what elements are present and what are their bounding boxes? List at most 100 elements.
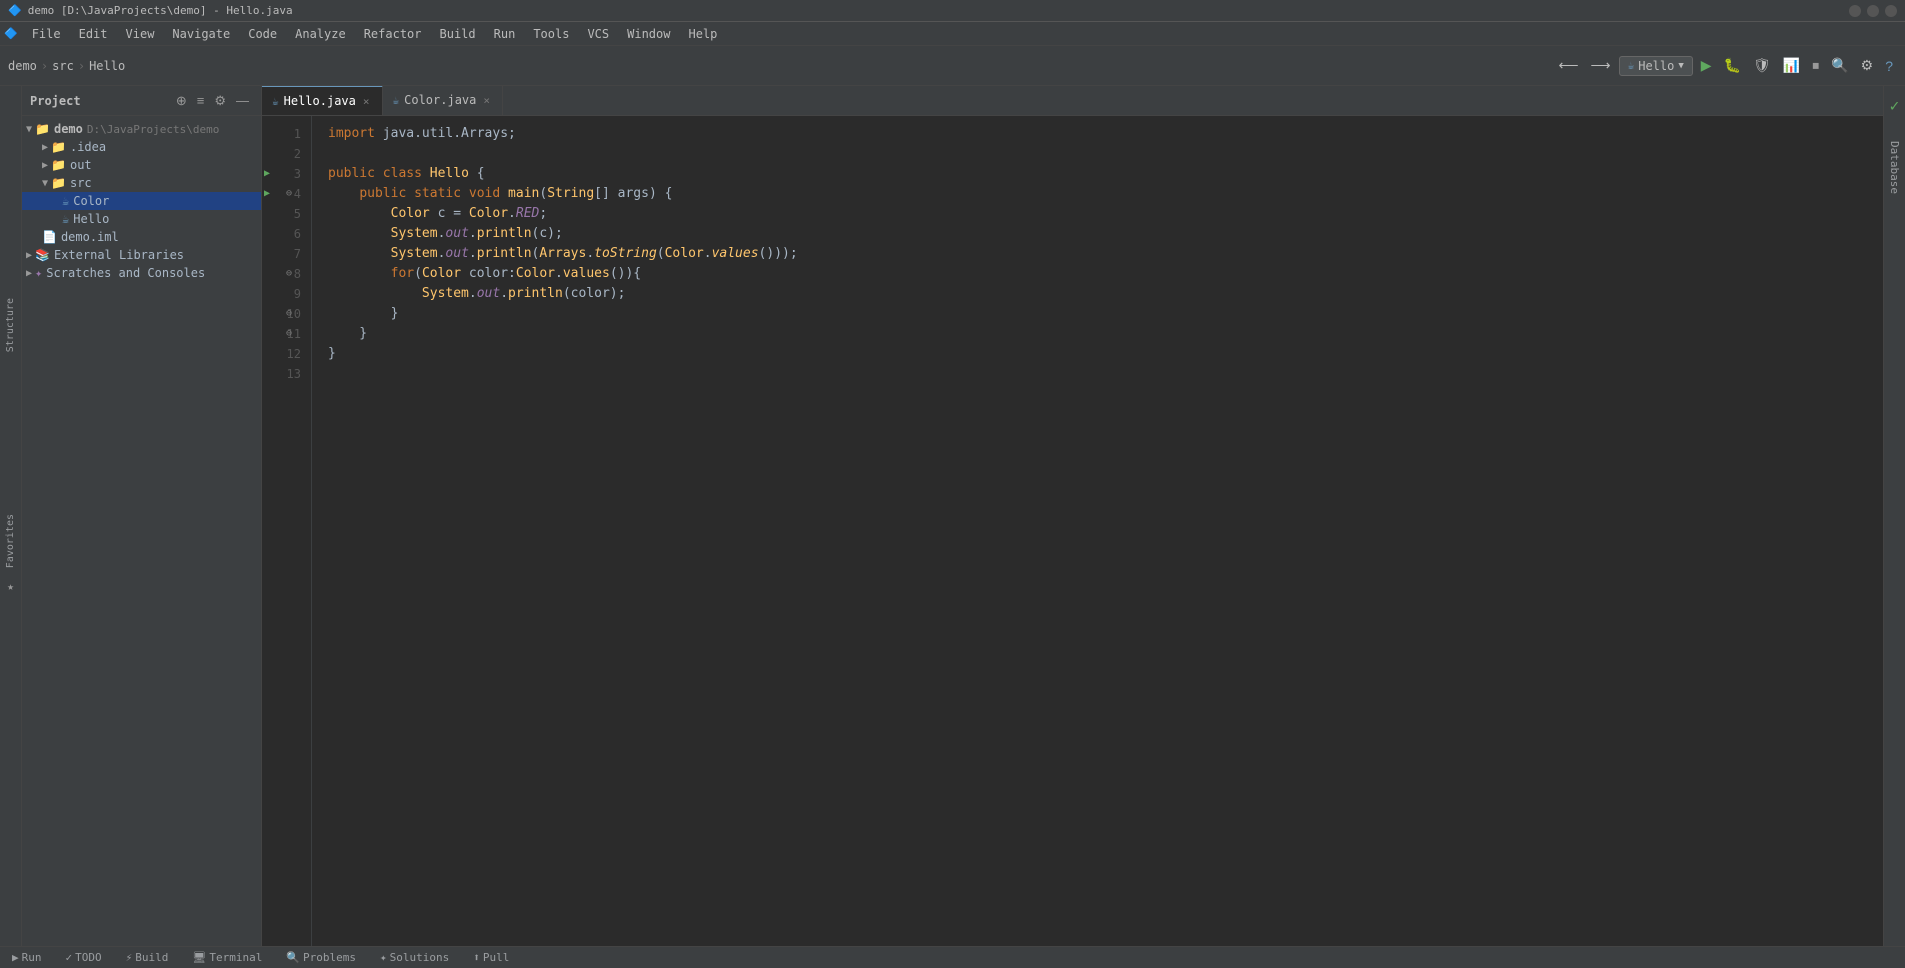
run-arrow-3: ▶ bbox=[264, 164, 270, 184]
todo-icon: ✓ bbox=[66, 951, 73, 964]
problems-icon: 🔍 bbox=[286, 951, 300, 964]
project-panel: Project ⊕ ≡ ⚙ — ▼ 📁 demo D:\JavaProjects… bbox=[22, 86, 262, 946]
structure-tab[interactable]: Structure bbox=[3, 294, 18, 356]
menu-item-build[interactable]: Build bbox=[432, 25, 484, 43]
line-num-8: ⊖ 8 bbox=[262, 264, 311, 284]
run-button[interactable]: ▶ bbox=[1697, 53, 1716, 78]
scratches-icon: ✦ bbox=[35, 266, 42, 280]
color-tab-label: Color.java bbox=[404, 93, 476, 107]
menu-item-edit[interactable]: Edit bbox=[71, 25, 116, 43]
tree-item-ext-libs[interactable]: ▶ 📚 External Libraries bbox=[22, 246, 261, 264]
back-button[interactable]: ⟵ bbox=[1554, 53, 1582, 78]
project-collapse-button[interactable]: ≡ bbox=[193, 91, 209, 111]
hello-tab-label: Hello.java bbox=[284, 94, 356, 108]
out-folder-icon: 📁 bbox=[51, 158, 66, 172]
close-button[interactable] bbox=[1885, 5, 1897, 17]
bottom-bar: ▶ Run ✓ TODO ⚡ Build 🖥 Terminal 🔍 Proble… bbox=[0, 946, 1905, 968]
color-tab-close[interactable]: × bbox=[481, 93, 492, 108]
code-line-9: System.out.println(color); bbox=[328, 284, 1867, 304]
code-editor[interactable]: 1 2 ▶ 3 ▶ ⊖ 4 5 6 7 ⊖ bbox=[262, 116, 1883, 946]
left-strip: Structure Favorites ★ bbox=[0, 86, 22, 946]
project-close-button[interactable]: — bbox=[232, 91, 253, 111]
tree-item-scratches[interactable]: ▶ ✦ Scratches and Consoles bbox=[22, 264, 261, 282]
code-line-4: public static void main(String[] args) { bbox=[328, 184, 1867, 204]
menu-item-run[interactable]: Run bbox=[486, 25, 524, 43]
maximize-button[interactable] bbox=[1867, 5, 1879, 17]
idea-folder-icon: 📁 bbox=[51, 140, 66, 154]
tree-item-iml[interactable]: 📄 demo.iml bbox=[22, 228, 261, 246]
tab-color-java[interactable]: ☕ Color.java × bbox=[383, 86, 504, 115]
run-config-label: Hello bbox=[1638, 59, 1674, 73]
src-folder-icon: 📁 bbox=[51, 176, 66, 190]
menu-item-file[interactable]: File bbox=[24, 25, 69, 43]
menu-item-analyze[interactable]: Analyze bbox=[287, 25, 354, 43]
hello-tab-close[interactable]: × bbox=[361, 94, 372, 109]
menu-item-tools[interactable]: Tools bbox=[525, 25, 577, 43]
coverage-button[interactable]: 🛡 bbox=[1749, 53, 1775, 78]
breadcrumb-src[interactable]: src bbox=[52, 59, 74, 73]
favorites-tab[interactable]: Favorites bbox=[3, 510, 18, 572]
hello-java-icon: ☕ bbox=[62, 212, 69, 226]
menu-item-view[interactable]: View bbox=[118, 25, 163, 43]
fold-dot-10: ⊖ bbox=[286, 304, 292, 324]
code-content[interactable]: import java.util.Arrays; public class He… bbox=[312, 116, 1883, 946]
line-num-2: 2 bbox=[262, 144, 311, 164]
iml-icon: 📄 bbox=[42, 230, 57, 244]
menu-item-refactor[interactable]: Refactor bbox=[356, 25, 430, 43]
line-num-4: ▶ ⊖ 4 bbox=[262, 184, 311, 204]
menu-item-navigate[interactable]: Navigate bbox=[164, 25, 238, 43]
tree-item-src[interactable]: ▼ 📁 src bbox=[22, 174, 261, 192]
build-icon: ⚡ bbox=[126, 951, 133, 964]
menu-item-code[interactable]: Code bbox=[240, 25, 285, 43]
menu-item-window[interactable]: Window bbox=[619, 25, 678, 43]
fold-dot-11: ⊖ bbox=[286, 324, 292, 344]
app-menu-icon: 🔷 bbox=[4, 27, 18, 40]
hello-tab-icon: ☕ bbox=[272, 95, 279, 108]
favorites-star-icon[interactable]: ★ bbox=[7, 580, 14, 593]
todo-button[interactable]: ✓ TODO bbox=[62, 949, 106, 966]
line-num-13: 13 bbox=[262, 364, 311, 384]
tree-item-demo[interactable]: ▼ 📁 demo D:\JavaProjects\demo bbox=[22, 120, 261, 138]
breadcrumb-demo[interactable]: demo bbox=[8, 59, 37, 73]
tree-item-color[interactable]: ☕ Color bbox=[22, 192, 261, 210]
help-button[interactable]: ? bbox=[1881, 54, 1897, 78]
run-config-selector[interactable]: ☕ Hello ▼ bbox=[1619, 56, 1693, 76]
app-icon: 🔷 bbox=[8, 4, 22, 17]
tab-hello-java[interactable]: ☕ Hello.java × bbox=[262, 86, 383, 115]
breadcrumb-hello[interactable]: Hello bbox=[89, 59, 125, 73]
code-line-3: public class Hello { bbox=[328, 164, 1867, 184]
profile-button[interactable]: 📊 bbox=[1779, 53, 1804, 78]
line-num-12: 12 bbox=[262, 344, 311, 364]
database-tab[interactable]: Database bbox=[1886, 135, 1903, 200]
stop-button[interactable]: ⏹ bbox=[1808, 53, 1823, 78]
check-icon[interactable]: ✓ bbox=[1890, 96, 1900, 115]
settings-button[interactable]: ⚙ bbox=[1857, 53, 1878, 78]
code-line-2 bbox=[328, 144, 1867, 164]
titlebar-left: 🔷 demo [D:\JavaProjects\demo] - Hello.ja… bbox=[8, 4, 293, 17]
tree-item-out[interactable]: ▶ 📁 out bbox=[22, 156, 261, 174]
problems-label: Problems bbox=[303, 951, 356, 964]
minimize-button[interactable] bbox=[1849, 5, 1861, 17]
tree-item-hello[interactable]: ☕ Hello bbox=[22, 210, 261, 228]
code-line-13 bbox=[328, 364, 1867, 384]
run-tool-button[interactable]: ▶ Run bbox=[8, 949, 46, 966]
project-tree: ▼ 📁 demo D:\JavaProjects\demo ▶ 📁 .idea … bbox=[22, 116, 261, 946]
pull-button[interactable]: ⬆ Pull bbox=[469, 949, 513, 966]
project-locate-button[interactable]: ⊕ bbox=[172, 91, 191, 111]
tree-item-idea[interactable]: ▶ 📁 .idea bbox=[22, 138, 261, 156]
color-java-icon: ☕ bbox=[62, 194, 69, 208]
build-button[interactable]: ⚡ Build bbox=[122, 949, 173, 966]
terminal-button[interactable]: 🖥 Terminal bbox=[188, 949, 266, 966]
menu-item-help[interactable]: Help bbox=[680, 25, 725, 43]
pull-label: Pull bbox=[483, 951, 510, 964]
menu-item-vcs[interactable]: VCS bbox=[579, 25, 617, 43]
titlebar-controls[interactable] bbox=[1849, 5, 1897, 17]
run-tool-icon: ▶ bbox=[12, 951, 19, 964]
forward-button[interactable]: ⟶ bbox=[1587, 53, 1615, 78]
project-settings-button[interactable]: ⚙ bbox=[210, 91, 230, 111]
debug-button[interactable]: 🐛 bbox=[1720, 53, 1745, 78]
terminal-label: Terminal bbox=[209, 951, 262, 964]
solutions-button[interactable]: ✦ Solutions bbox=[376, 949, 453, 966]
search-button[interactable]: 🔍 bbox=[1827, 53, 1852, 78]
problems-button[interactable]: 🔍 Problems bbox=[282, 949, 360, 966]
